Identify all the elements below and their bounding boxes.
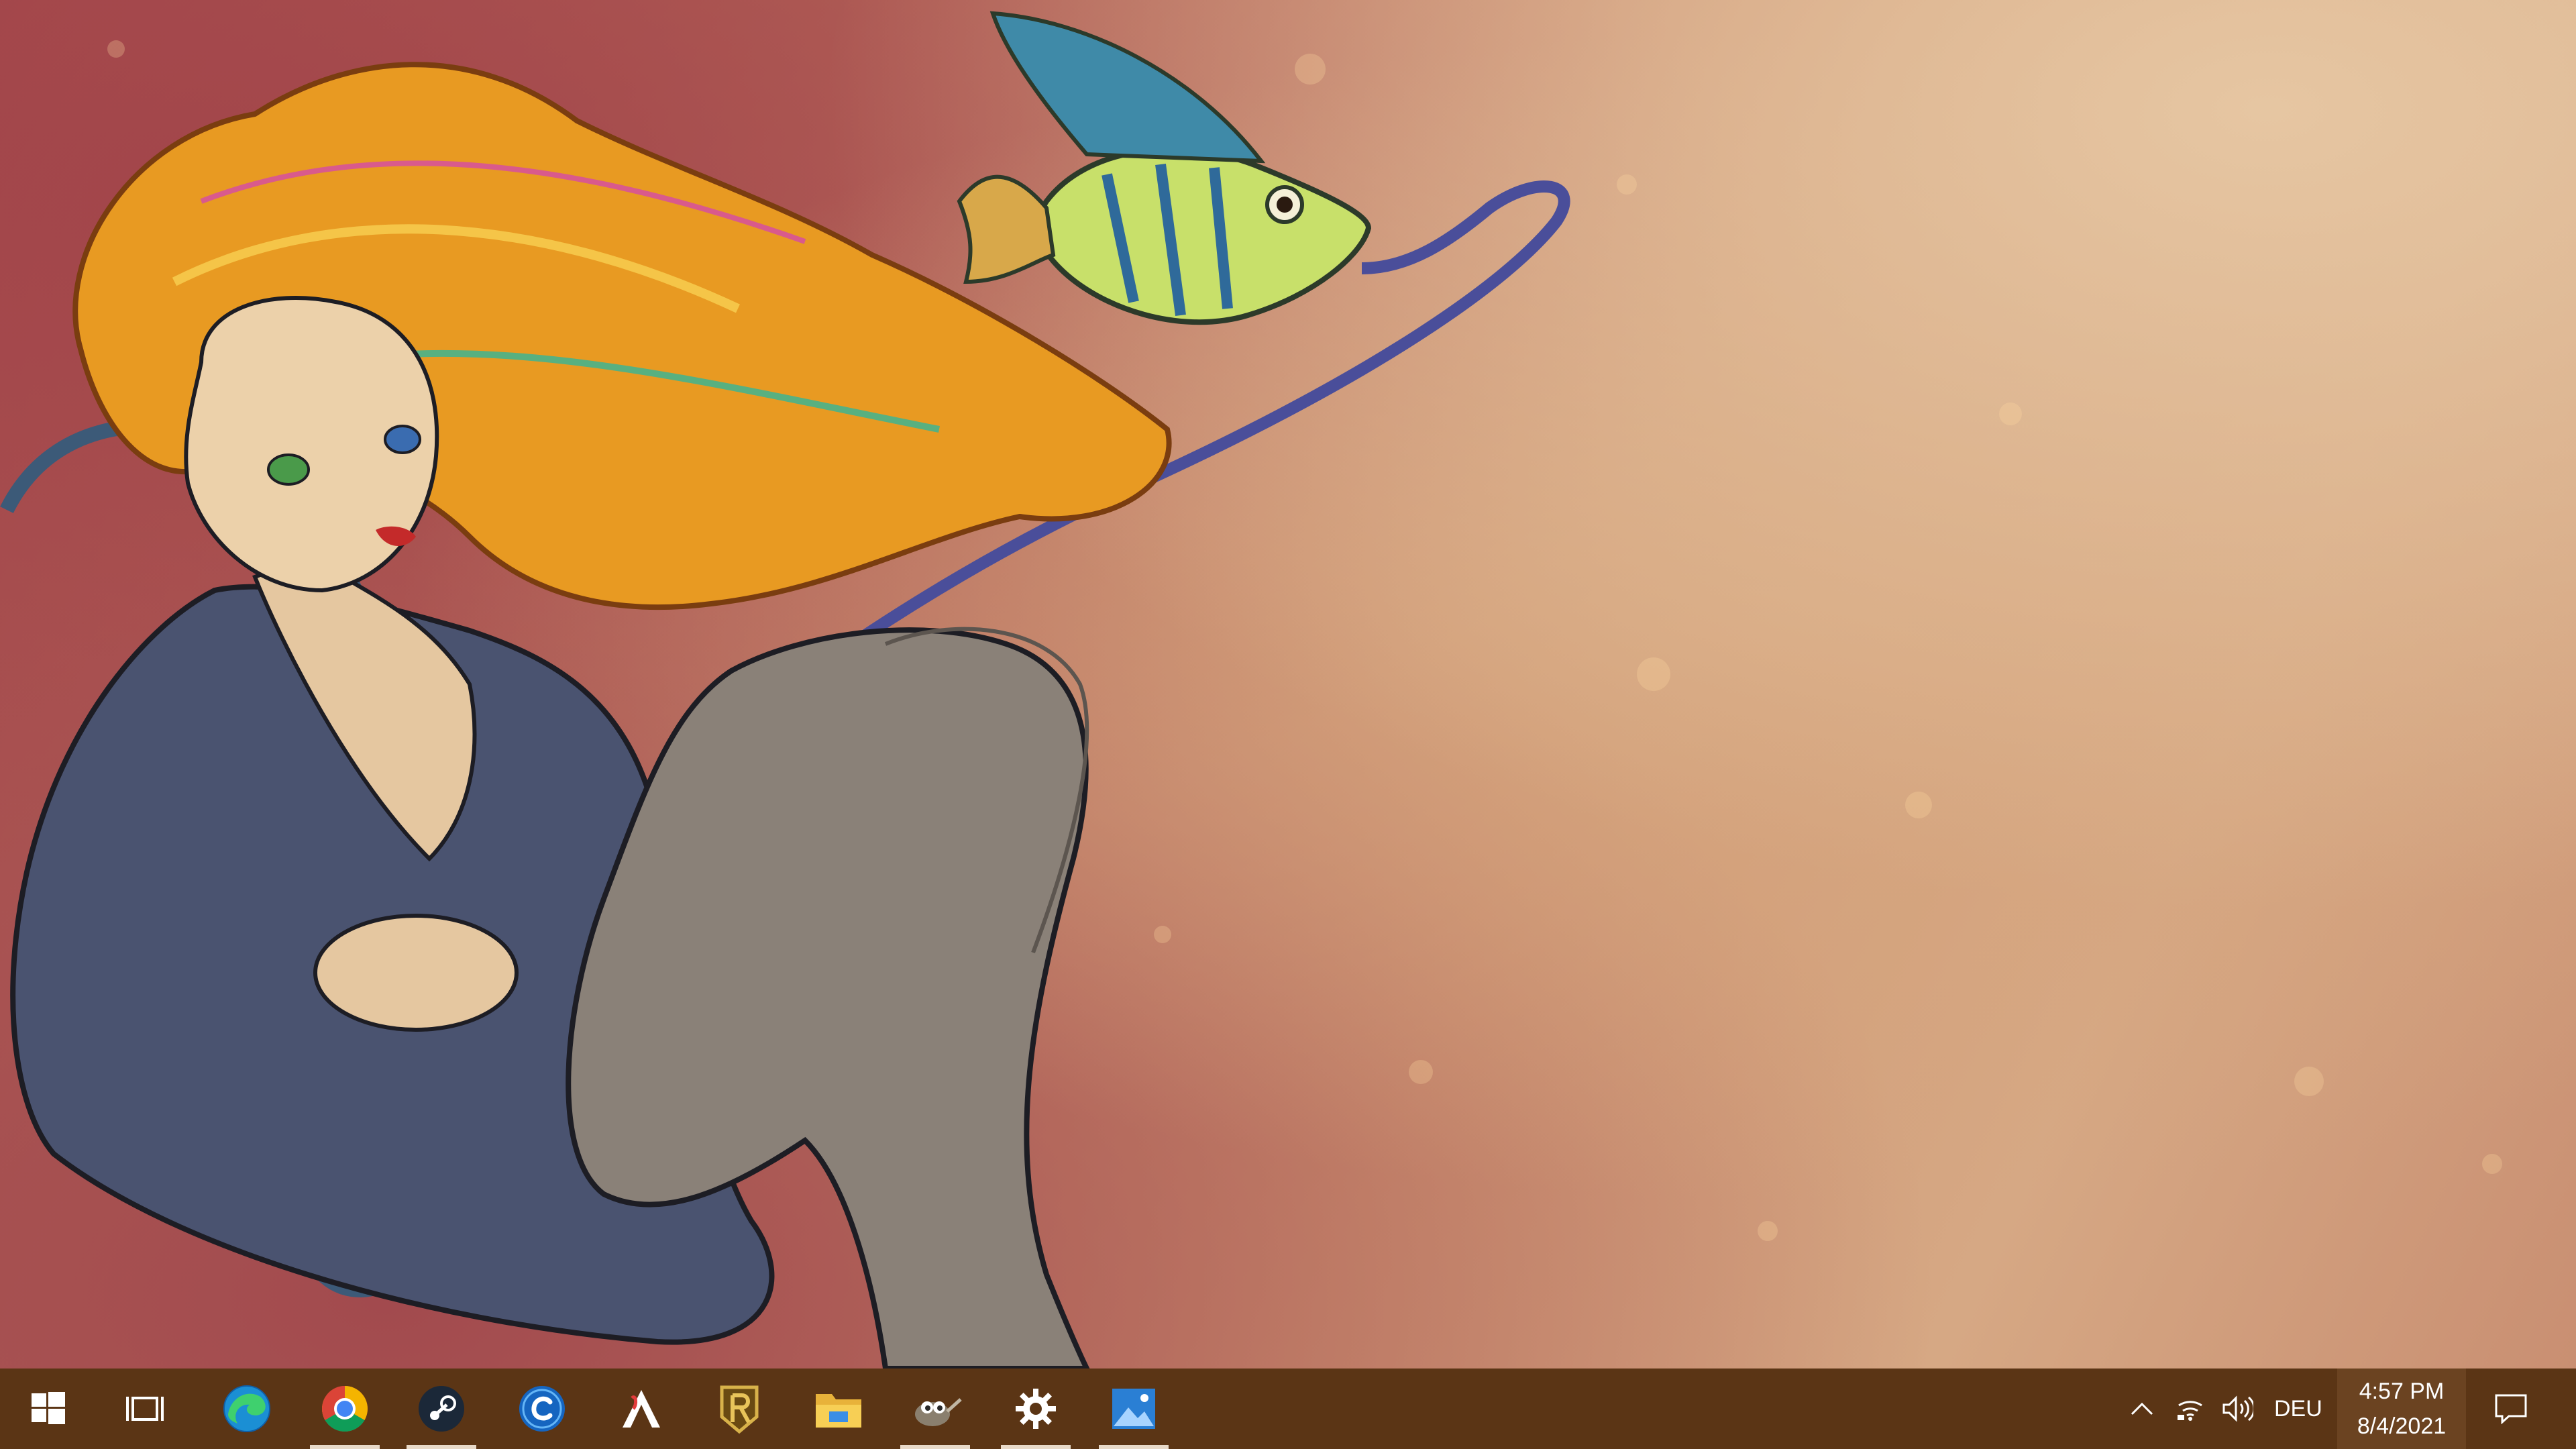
fish-pupil [1277,197,1293,213]
fish-body [1034,146,1372,325]
volume-button[interactable] [2219,1368,2257,1449]
runeterra-button[interactable] [691,1368,788,1449]
ccleaner-icon [519,1386,565,1432]
steam-icon [419,1386,464,1432]
start-button[interactable] [0,1368,97,1449]
clock-date: 8/4/2021 [2357,1413,2447,1439]
chevron-up-icon [2131,1402,2153,1415]
photos-icon [1112,1389,1155,1429]
eye-left [267,453,310,486]
notification-icon [2495,1394,2527,1424]
network-button[interactable] [2174,1368,2207,1449]
acrobat-button[interactable] [593,1368,690,1449]
steam-button[interactable] [393,1368,490,1449]
gimp-icon [915,1398,962,1426]
file-explorer-button[interactable] [790,1368,887,1449]
gear-icon [1016,1389,1056,1429]
chrome-icon [322,1386,368,1432]
windows-logo-icon [32,1392,65,1424]
wifi-icon [2178,1401,2202,1421]
desktop-wallpaper [0,0,2576,1368]
clock[interactable]: 4:57 PM 8/4/2021 [2337,1368,2466,1449]
input-language-indicator[interactable]: DEU [2274,1368,2322,1449]
hand [313,914,519,1032]
gimp-button[interactable] [887,1368,983,1449]
task-view-button[interactable] [97,1368,193,1449]
photos-button[interactable] [1085,1368,1182,1449]
eye-right [384,425,421,454]
edge-button[interactable] [199,1368,295,1449]
ccleaner-button[interactable] [494,1368,590,1449]
runeterra-icon [720,1385,759,1434]
fish-fin [989,11,1266,164]
volume-icon [2222,1395,2253,1422]
folder-icon [816,1394,861,1428]
chrome-button[interactable] [297,1368,393,1449]
wallpaper-artwork [0,11,1570,1368]
acrobat-icon [623,1390,660,1428]
action-center-button[interactable] [2486,1368,2536,1449]
taskbar: DEU 4:57 PM 8/4/2021 [0,1368,2576,1449]
task-view-icon [126,1397,164,1421]
clock-time: 4:57 PM [2359,1379,2445,1404]
edge-icon [223,1385,270,1432]
fish-tail [957,174,1056,284]
show-hidden-icons-button[interactable] [2125,1368,2159,1449]
settings-button[interactable] [987,1368,1084,1449]
